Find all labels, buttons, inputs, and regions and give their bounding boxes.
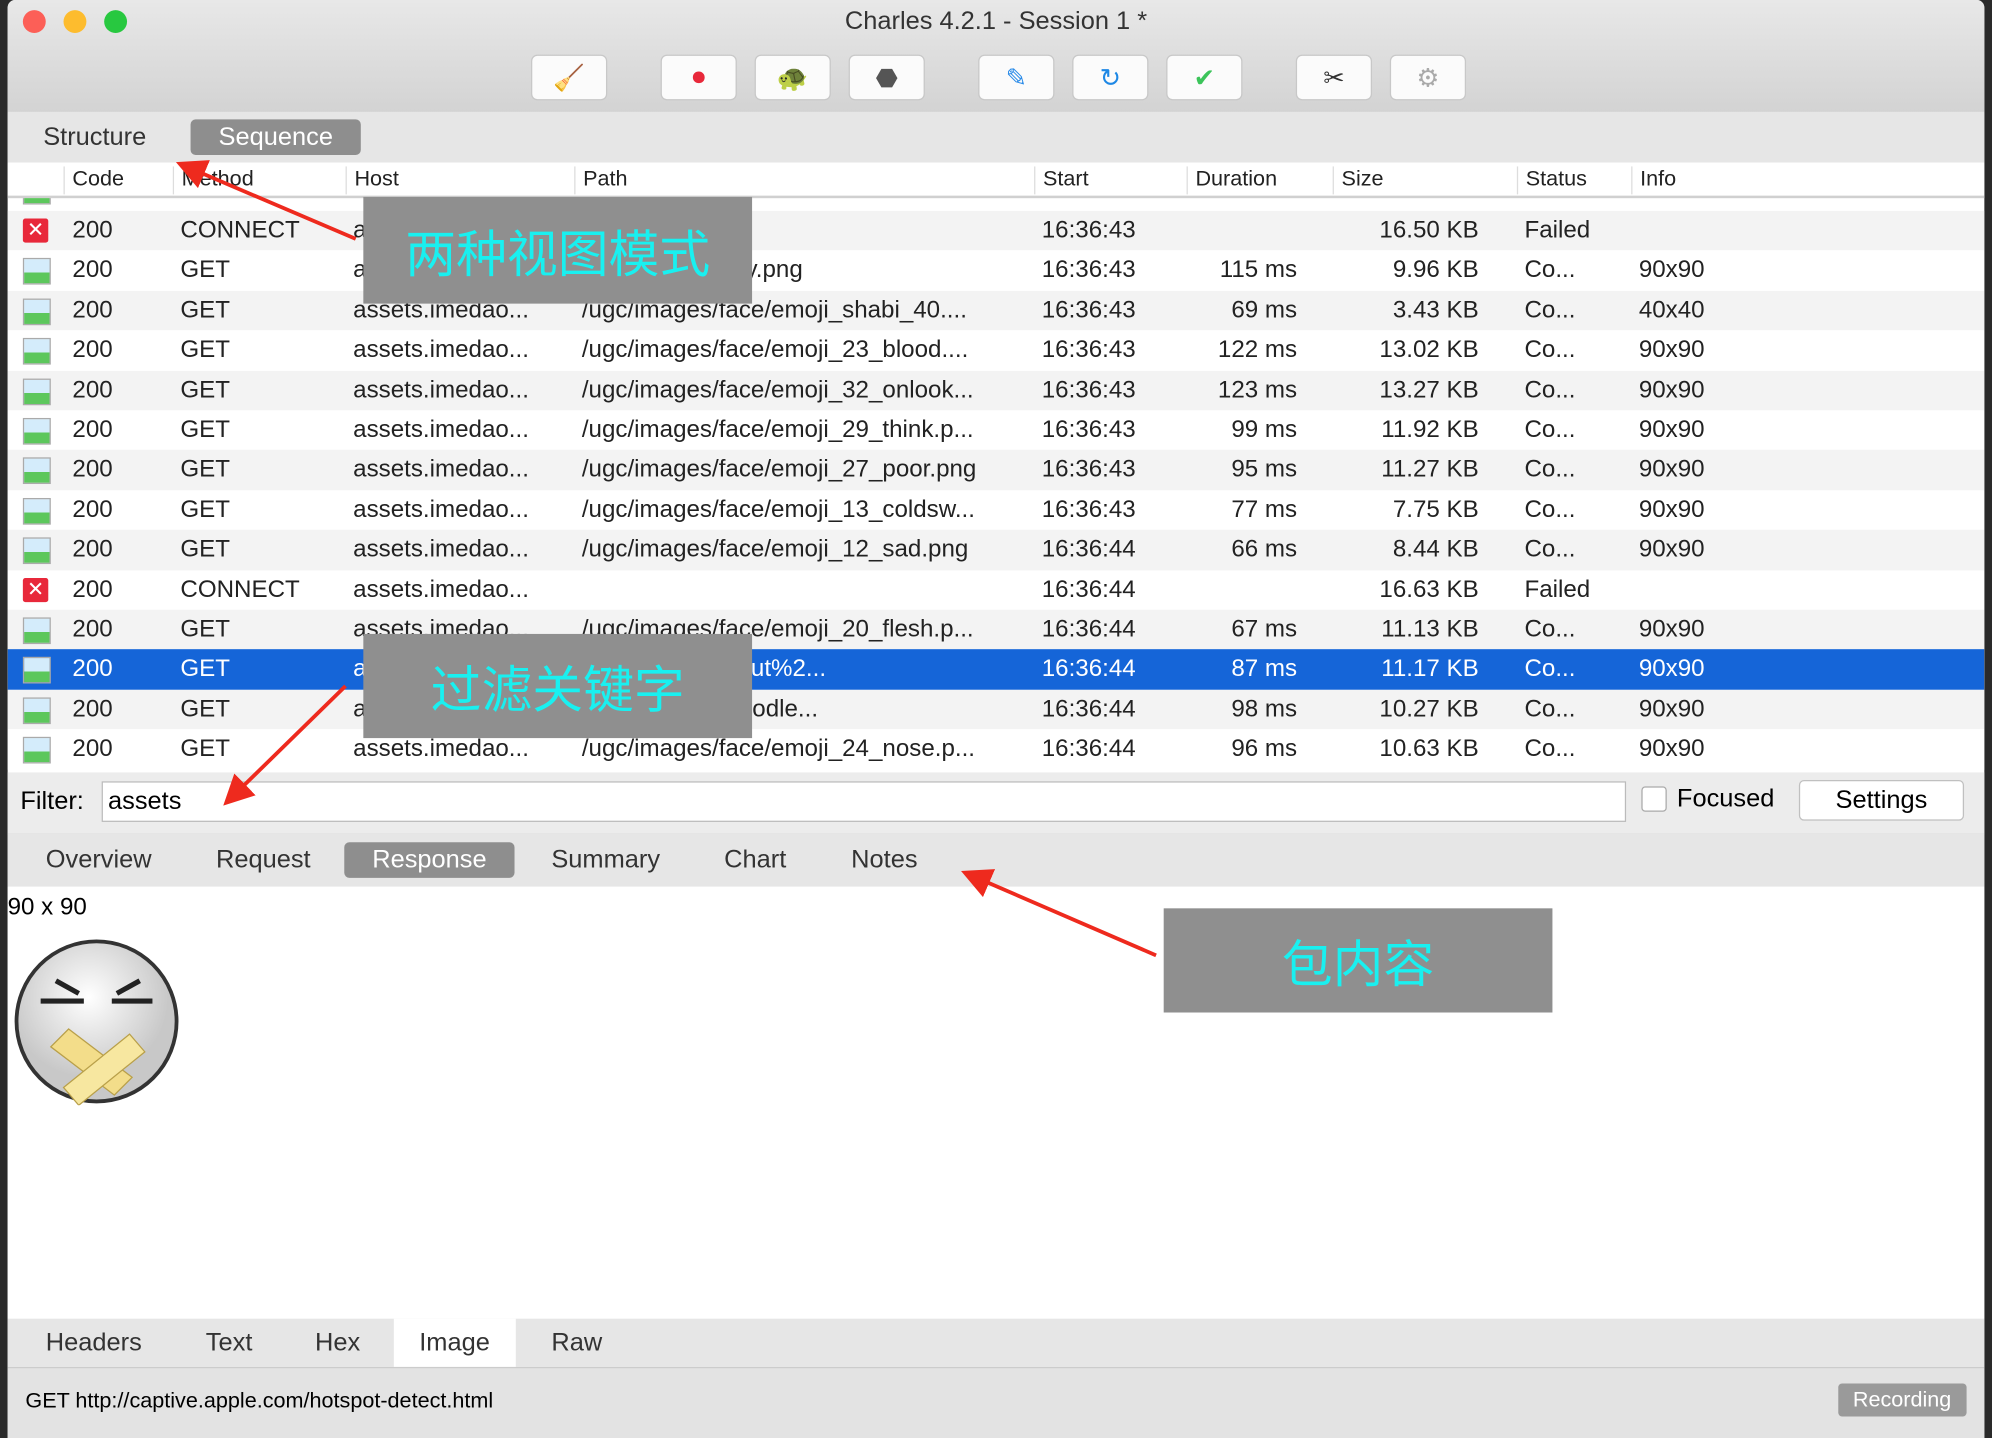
annotation-arrows [175,160,1157,958]
arrow-to-filter [223,684,347,806]
arrow-to-detail-tabs [961,869,1157,958]
arrow-to-view-tabs [175,160,357,241]
charles-window: Charles 4.2.1 - Session 1 * 🧹 ⏺ 🐢 ⬣ ✎ ↻ ✔ ✂ ⚙ St… [7,0,1985,1438]
